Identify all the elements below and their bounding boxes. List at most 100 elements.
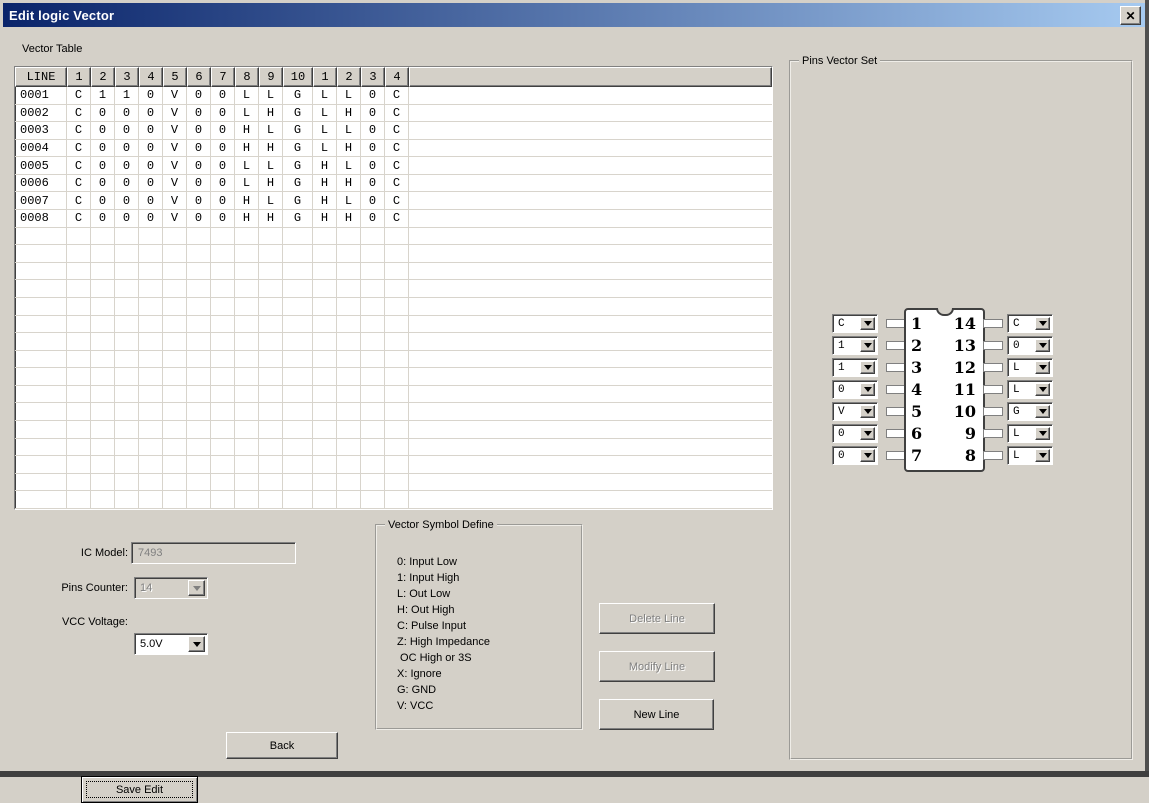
vector-cell xyxy=(259,228,283,246)
pin-14-combo[interactable]: C xyxy=(1007,314,1053,333)
pin-13-combo[interactable]: 0 xyxy=(1007,336,1053,355)
vector-cell: V xyxy=(163,105,187,123)
vector-cell xyxy=(235,228,259,246)
column-header-pin-2[interactable]: 2 xyxy=(337,67,361,87)
table-row[interactable]: 0001C110V00LLGLL0C xyxy=(15,87,772,105)
column-header-pin-10[interactable]: 10 xyxy=(283,67,313,87)
table-row-empty xyxy=(15,421,772,439)
close-button[interactable]: ✕ xyxy=(1120,6,1141,25)
pin-8-combo[interactable]: L xyxy=(1007,446,1053,465)
column-header-line[interactable]: LINE xyxy=(15,67,67,87)
table-row-empty xyxy=(15,298,772,316)
table-row[interactable]: 0006C000V00LHGHH0C xyxy=(15,175,772,193)
vector-cell xyxy=(283,456,313,474)
vector-cell xyxy=(163,421,187,439)
column-header-pin-4[interactable]: 4 xyxy=(139,67,163,87)
column-header-pin-5[interactable]: 5 xyxy=(163,67,187,87)
pin-11-dropdown-button[interactable] xyxy=(1035,383,1050,396)
column-header-pin-7[interactable]: 7 xyxy=(211,67,235,87)
pin-1-dropdown-button[interactable] xyxy=(860,317,875,330)
vector-cell: H xyxy=(235,192,259,210)
vector-cell xyxy=(211,491,235,509)
table-row[interactable]: 0003C000V00HLGLL0C xyxy=(15,122,772,140)
pin-4-combo[interactable]: 0 xyxy=(832,380,878,399)
vector-cell xyxy=(211,474,235,492)
pin-2-dropdown-button[interactable] xyxy=(860,339,875,352)
pin-7-dropdown-button[interactable] xyxy=(860,449,875,462)
vector-cell: 0 xyxy=(91,105,115,123)
pin-5-value: V xyxy=(838,406,845,418)
table-body[interactable]: 0001C110V00LLGLL0C0002C000V00LHGLH0C0003… xyxy=(15,87,772,509)
vector-cell xyxy=(67,491,91,509)
vector-cell xyxy=(115,474,139,492)
vector-cell: 0 xyxy=(139,175,163,193)
vector-cell xyxy=(385,298,409,316)
chevron-down-icon xyxy=(193,642,201,647)
pin-8-dropdown-button[interactable] xyxy=(1035,449,1050,462)
vector-cell xyxy=(313,403,337,421)
vector-cell: 0 xyxy=(91,140,115,158)
pin-9-combo[interactable]: L xyxy=(1007,424,1053,443)
pin-3-combo[interactable]: 1 xyxy=(832,358,878,377)
chevron-down-icon xyxy=(193,586,201,591)
column-header-pin-9[interactable]: 9 xyxy=(259,67,283,87)
pin-12-combo[interactable]: L xyxy=(1007,358,1053,377)
column-header-pin-6[interactable]: 6 xyxy=(187,67,211,87)
row-filler-cell xyxy=(409,491,772,509)
pin-5-dropdown-button[interactable] xyxy=(860,405,875,418)
row-filler-cell xyxy=(409,298,772,316)
vector-cell: H xyxy=(313,157,337,175)
column-header-pin-8[interactable]: 8 xyxy=(235,67,259,87)
ic-model-field[interactable]: 7493 xyxy=(131,542,296,564)
pin-13-dropdown-button[interactable] xyxy=(1035,339,1050,352)
vector-cell xyxy=(337,351,361,369)
column-header-pin-1[interactable]: 1 xyxy=(67,67,91,87)
pin-4-dropdown-button[interactable] xyxy=(860,383,875,396)
new-line-button[interactable]: New Line xyxy=(599,699,714,730)
line-number-cell xyxy=(15,491,67,509)
save-edit-button[interactable]: Save Edit xyxy=(81,776,198,803)
column-header-pin-3[interactable]: 3 xyxy=(361,67,385,87)
pin-11-combo[interactable]: L xyxy=(1007,380,1053,399)
pin-5-combo[interactable]: V xyxy=(832,402,878,421)
pin-10-combo[interactable]: G xyxy=(1007,402,1053,421)
left-pin-combos[interactable]: C 1 1 0 V 0 0 xyxy=(832,314,878,465)
pin-2-combo[interactable]: 1 xyxy=(832,336,878,355)
line-number-cell xyxy=(15,368,67,386)
right-pin-combos[interactable]: C0LLGLL xyxy=(1007,314,1053,465)
table-row[interactable]: 0002C000V00LHGLH0C xyxy=(15,105,772,123)
vector-cell: 0 xyxy=(361,87,385,105)
vcc-voltage-combo[interactable]: 5.0V xyxy=(134,633,208,655)
pin-6-combo[interactable]: 0 xyxy=(832,424,878,443)
column-header-pin-3[interactable]: 3 xyxy=(115,67,139,87)
column-header-pin-1[interactable]: 1 xyxy=(313,67,337,87)
pin-12-dropdown-button[interactable] xyxy=(1035,361,1050,374)
pin-14-dropdown-button[interactable] xyxy=(1035,317,1050,330)
vector-table[interactable]: LINE123456789101234 0001C110V00LLGLL0C00… xyxy=(14,66,773,510)
vector-cell xyxy=(283,298,313,316)
pin-7-combo[interactable]: 0 xyxy=(832,446,878,465)
column-header-pin-2[interactable]: 2 xyxy=(91,67,115,87)
pin-10-dropdown-button[interactable] xyxy=(1035,405,1050,418)
pin-1-combo[interactable]: C xyxy=(832,314,878,333)
pin-9-dropdown-button[interactable] xyxy=(1035,427,1050,440)
vector-cell xyxy=(115,280,139,298)
modify-line-button[interactable]: Modify Line xyxy=(599,651,715,682)
pin-3-dropdown-button[interactable] xyxy=(860,361,875,374)
pin-6-dropdown-button[interactable] xyxy=(860,427,875,440)
vector-cell xyxy=(91,298,115,316)
table-row[interactable]: 0008C000V00HHGHH0C xyxy=(15,210,772,228)
table-row[interactable]: 0004C000V00HHGLH0C xyxy=(15,140,772,158)
delete-line-button[interactable]: Delete Line xyxy=(599,603,715,634)
vcc-voltage-dropdown-button[interactable] xyxy=(188,636,205,652)
column-header-pin-4[interactable]: 4 xyxy=(385,67,409,87)
vector-cell: L xyxy=(337,122,361,140)
vector-cell xyxy=(67,298,91,316)
vector-cell xyxy=(211,439,235,457)
table-row[interactable]: 0005C000V00LLGHL0C xyxy=(15,157,772,175)
back-button[interactable]: Back xyxy=(226,732,338,759)
vector-cell xyxy=(313,298,337,316)
vector-cell: V xyxy=(163,87,187,105)
table-row[interactable]: 0007C000V00HLGHL0C xyxy=(15,192,772,210)
vector-cell xyxy=(385,280,409,298)
